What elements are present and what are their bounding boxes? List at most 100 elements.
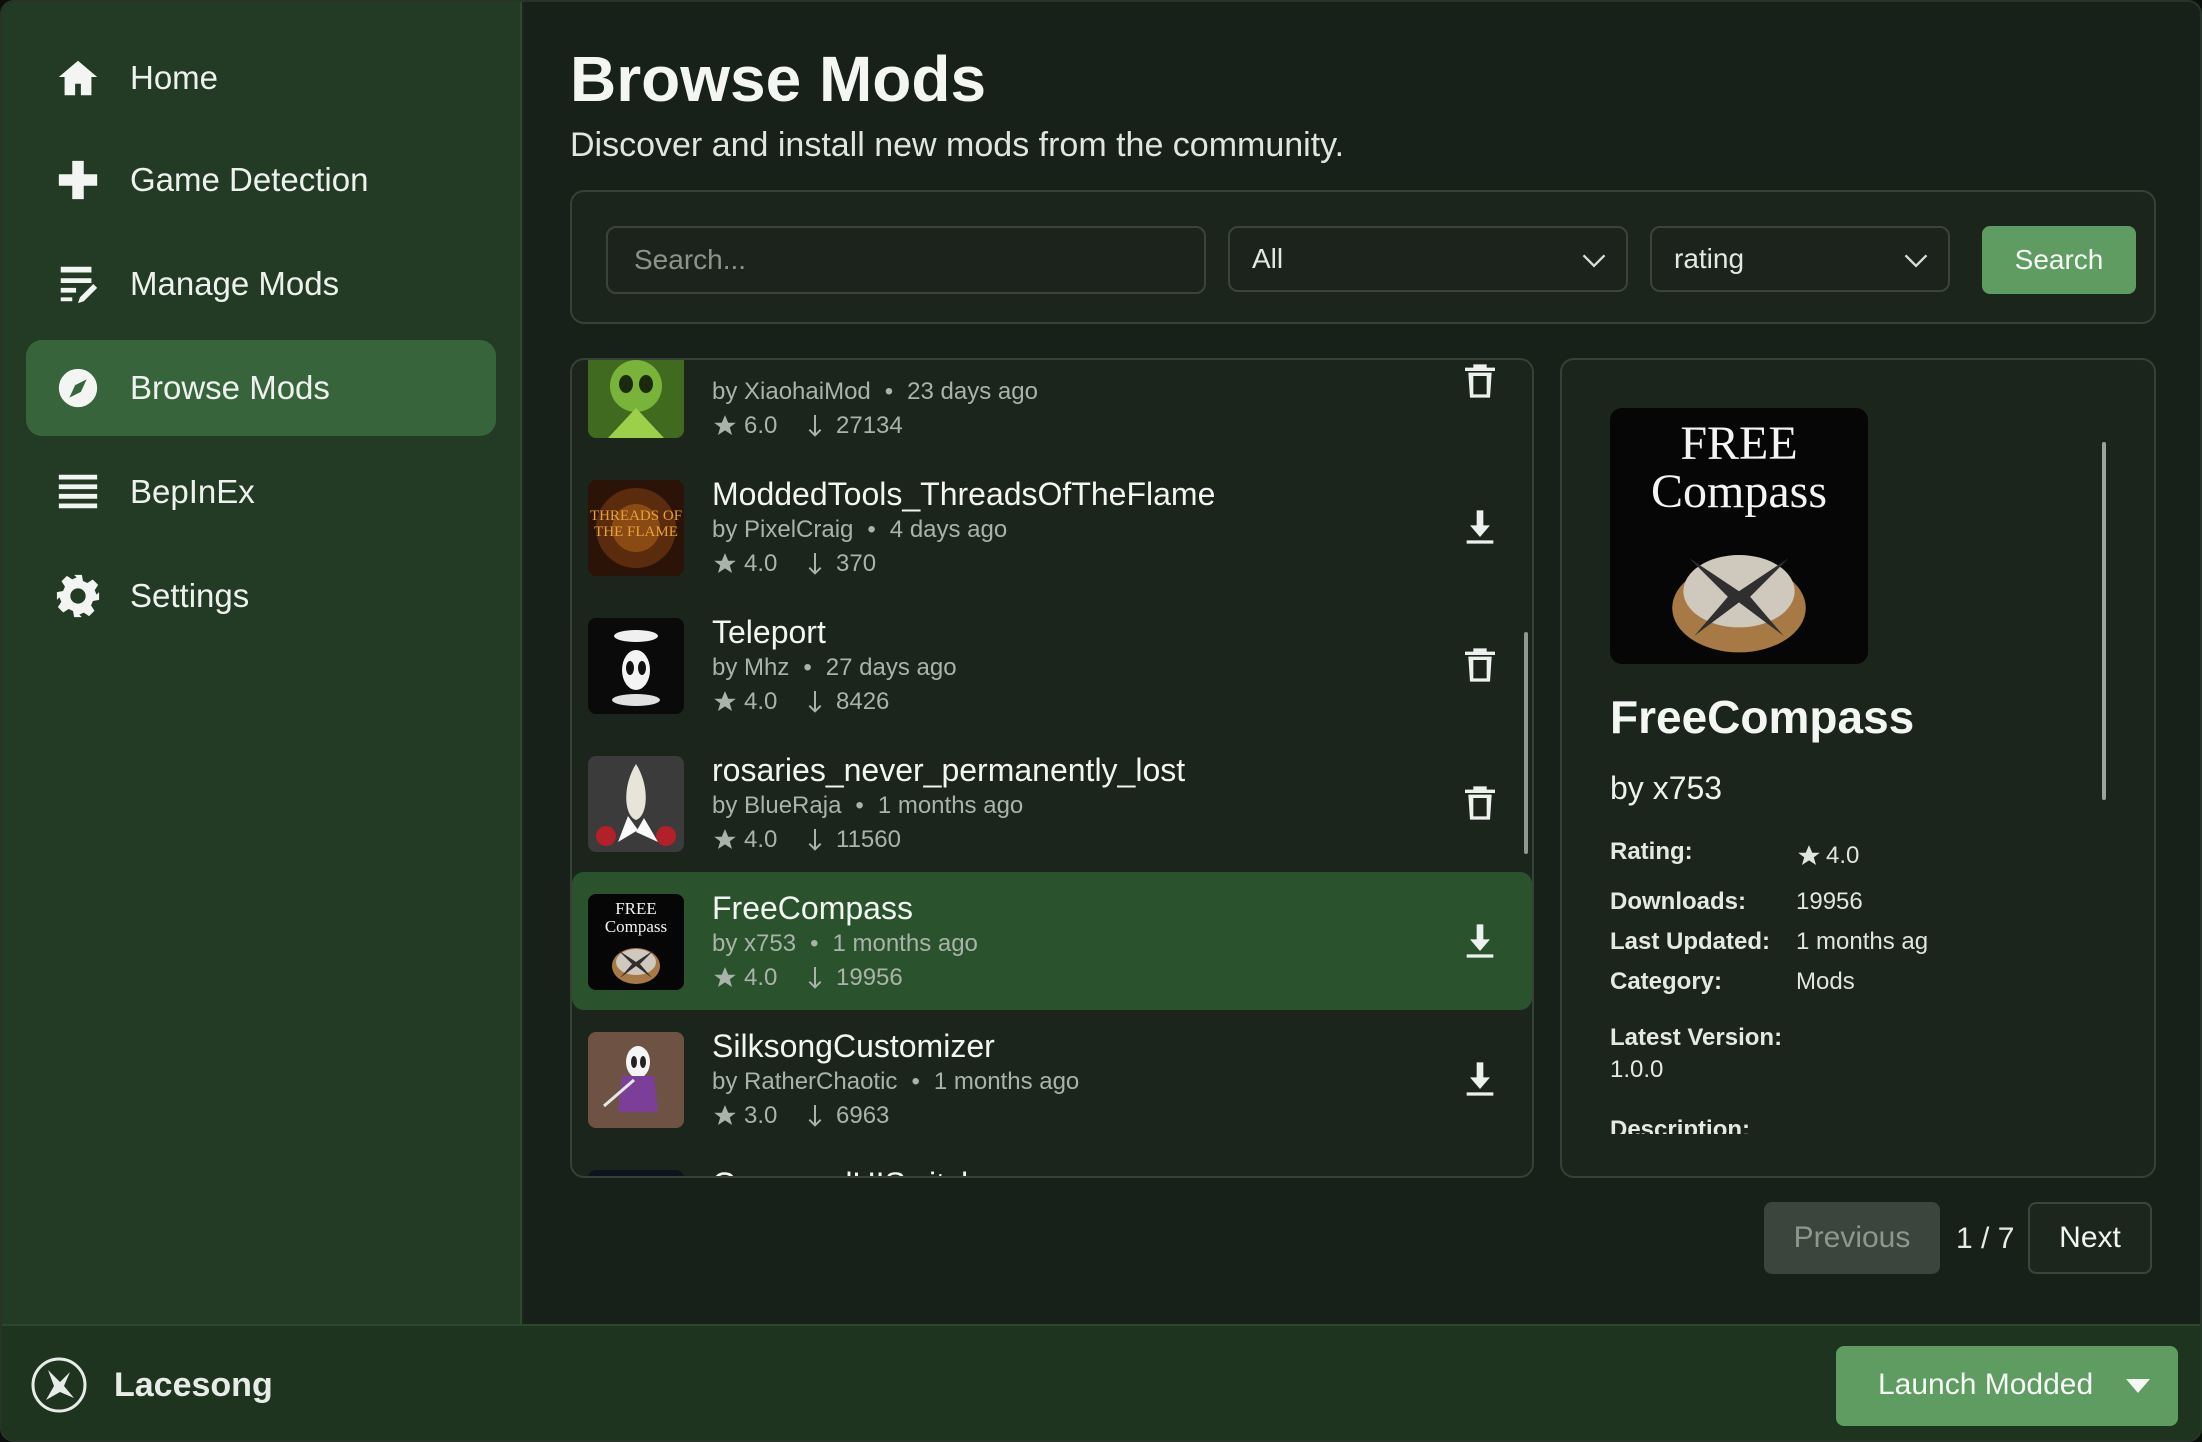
mod-list: by XiaohaiMod • 23 days ago 6.0 27134 THRE… (570, 358, 1534, 1178)
launch-options-dropdown[interactable] (2112, 1370, 2164, 1402)
mod-rating: 4.0 (744, 688, 778, 715)
sidebar-item-label: Home (130, 59, 219, 96)
compass-image (1672, 555, 1806, 653)
brand-name: Lacesong (114, 1366, 273, 1404)
search-input[interactable] (606, 226, 1206, 294)
mod-updated: 4 days ago (889, 516, 1008, 543)
mod-name: FreeCompass (712, 890, 913, 926)
sidebar-item-label: Game Detection (130, 161, 369, 198)
mod-rating: 4.0 (744, 826, 778, 853)
download-button[interactable] (1460, 1058, 1500, 1100)
mod-name: rosaries_never_permanently_lost (712, 752, 1186, 788)
launch-modded-button[interactable]: Launch Modded (1836, 1346, 2178, 1426)
sidebar-item-label: Browse Mods (130, 369, 330, 406)
download-count-icon (808, 691, 822, 713)
search-button[interactable]: Search (1982, 226, 2136, 294)
mod-row-threadsoftheflame[interactable]: THREADS OF THE FLAME ModdedTools_Threads… (572, 458, 1532, 596)
mod-row-freecompass[interactable]: FREE Compass FreeCompass by x753 • 1 month… (572, 872, 1532, 1010)
mod-updated: 23 days ago (907, 378, 1038, 405)
sidebar-item-settings[interactable]: Settings (26, 548, 496, 644)
mod-downloads: 11560 (836, 826, 901, 853)
delete-button[interactable] (1460, 782, 1500, 824)
sidebar-item-bepinex[interactable]: BepInEx (26, 444, 496, 540)
mod-author: by PixelCraig (712, 516, 854, 543)
mod-row-xiaohaimod[interactable]: by XiaohaiMod • 23 days ago 6.0 27134 (572, 360, 1532, 458)
gear-icon (54, 572, 102, 620)
page-count: 1 / 7 (1956, 1222, 2015, 1255)
trash-icon (1465, 786, 1495, 820)
lacesong-logo-icon (31, 1357, 87, 1413)
star-icon (714, 967, 736, 987)
app-window: Home Game Detection Manage Mods Browse M… (0, 0, 2202, 1442)
mod-row-rosaries[interactable]: rosaries_never_permanently_lost by BlueR… (572, 734, 1532, 872)
mod-row-silksongcustomizer[interactable]: SilksongCustomizer by RatherChaotic • 1 mo… (572, 1010, 1532, 1148)
mod-thumbnail (588, 360, 684, 438)
download-count-icon (808, 1105, 822, 1127)
mod-rating: 6.0 (744, 412, 778, 439)
list-icon (54, 468, 102, 516)
list-scrollbar[interactable] (1524, 632, 1528, 854)
download-count-icon (808, 415, 822, 437)
sidebar-item-game-detection[interactable]: Game Detection (26, 132, 496, 228)
previous-button[interactable]: Previous (1764, 1202, 1940, 1274)
mod-updated: 1 months ago (933, 1068, 1080, 1095)
next-button[interactable]: Next (2028, 1202, 2152, 1274)
star-icon (714, 829, 736, 849)
description-label: Description: (1610, 1116, 1751, 1134)
mod-downloads: 19956 (836, 964, 903, 991)
sidebar-item-manage-mods[interactable]: Manage Mods (26, 236, 496, 332)
mod-rating: 3.0 (744, 1102, 778, 1129)
star-icon (714, 1105, 736, 1125)
mod-row-gamepaduiswitcher[interactable]: GamepadUISwitcher (572, 1148, 1532, 1176)
mod-author: by BlueRaja (712, 792, 842, 819)
download-count-icon (808, 829, 822, 851)
sidebar-item-home[interactable]: Home (26, 30, 496, 126)
detail-title: FreeCompass (1610, 691, 1915, 743)
home-icon (54, 54, 102, 102)
version-value: 1.0.0 (1610, 1056, 1664, 1083)
sidebar-item-label: Settings (130, 577, 250, 614)
thumb-text: THREADS OF THE FLAME (589, 508, 683, 540)
trash-icon (1465, 364, 1495, 398)
download-count-icon (808, 967, 822, 989)
page-subtitle: Discover and install new mods from the c… (570, 126, 1345, 164)
star-icon (1798, 845, 1820, 865)
sidebar: Home Game Detection Manage Mods Browse M… (2, 2, 522, 1324)
mod-updated: 27 days ago (825, 654, 957, 681)
mod-author: by x753 (712, 930, 797, 957)
mod-rating: 4.0 (744, 964, 778, 991)
mod-downloads: 6963 (836, 1102, 890, 1129)
category-label: Category: (1610, 968, 1723, 995)
downloads-value: 19956 (1796, 888, 1863, 915)
download-icon (1466, 510, 1494, 544)
star-icon (714, 691, 736, 711)
star-icon (714, 553, 736, 573)
edit-list-icon (54, 260, 102, 308)
sidebar-item-browse-mods[interactable]: Browse Mods (26, 340, 496, 436)
detail-thumb-text: FREE Compass (1650, 417, 1827, 518)
detail-thumbnail: FREE Compass (1610, 408, 1868, 664)
version-label: Latest Version: (1610, 1024, 1783, 1051)
downloads-label: Downloads: (1610, 888, 1746, 915)
compass-image (612, 948, 660, 984)
download-button[interactable] (1460, 506, 1500, 548)
mod-name: GamepadUISwitcher (712, 1166, 1007, 1176)
mod-author: by XiaohaiMod (712, 378, 871, 405)
download-icon (1466, 924, 1494, 958)
download-button[interactable] (1460, 920, 1500, 962)
sort-select[interactable]: rating (1650, 226, 1950, 292)
sidebar-item-label: Manage Mods (130, 265, 340, 302)
sort-select-value: rating (1674, 243, 1745, 274)
main-content: Browse Mods Discover and install new mod… (524, 2, 2200, 1324)
delete-button[interactable] (1460, 360, 1500, 402)
delete-button[interactable] (1460, 644, 1500, 686)
chevron-down-icon (1582, 254, 1606, 268)
mod-name: SilksongCustomizer (712, 1028, 995, 1064)
download-icon (1466, 1062, 1494, 1096)
mod-thumbnail (588, 618, 684, 714)
category-select-value: All (1252, 243, 1284, 274)
mod-row-teleport[interactable]: Teleport by Mhz • 27 days ago 4.0 8426 (572, 596, 1532, 734)
category-select[interactable]: All (1228, 226, 1628, 292)
launch-label: Launch Modded (1878, 1368, 2094, 1401)
detail-scrollbar[interactable] (2102, 442, 2106, 800)
